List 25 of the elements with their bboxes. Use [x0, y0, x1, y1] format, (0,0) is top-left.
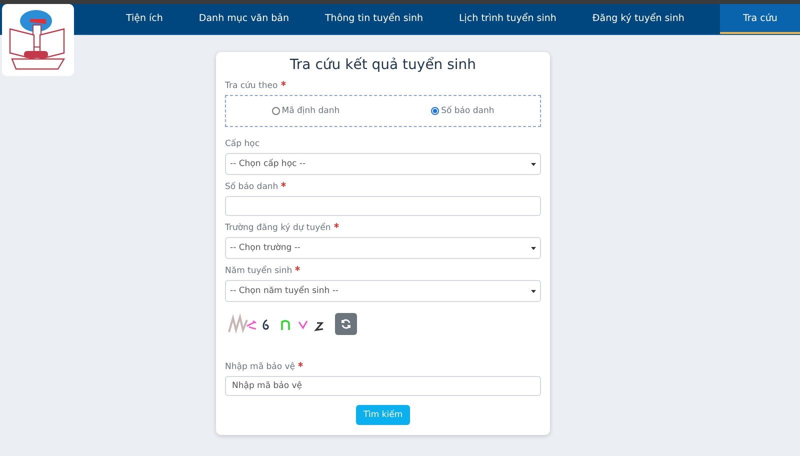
nav-tab[interactable]: Tra cứu — [720, 4, 800, 34]
nav-tab[interactable]: Thông tin tuyển sinh — [307, 4, 441, 34]
caret-icon — [531, 246, 536, 250]
select-field[interactable]: -- Chọn năm tuyển sinh -- — [225, 280, 541, 302]
select-field[interactable]: -- Chọn trường -- — [225, 237, 541, 259]
field-label: Trường đăng ký dự tuyển — [225, 223, 541, 233]
caret-icon — [531, 162, 536, 166]
refresh-button[interactable] — [335, 313, 357, 335]
radio-option[interactable]: Số báo danh — [431, 106, 494, 116]
radio-option[interactable]: Mã định danh — [272, 106, 340, 116]
field-label: Tra cứu theo — [225, 81, 541, 91]
field-label: Số báo danh — [225, 182, 541, 192]
field-label: Nhập mã bảo vệ — [225, 362, 541, 372]
select-field[interactable]: -- Chọn cấp học -- — [225, 153, 541, 175]
caret-icon — [531, 290, 536, 292]
input-field[interactable] — [225, 196, 541, 216]
field-label: Năm tuyển sinh — [225, 266, 541, 276]
field-label: Cấp học — [225, 139, 261, 149]
refresh-icon — [341, 319, 351, 329]
nav-tab[interactable]: Tiện ích — [108, 4, 181, 34]
nav-tab[interactable]: Lịch trình tuyển sinh — [441, 4, 574, 34]
nav-tab[interactable]: Danh mục văn bản — [180, 4, 307, 34]
nav-tab[interactable]: Đăng ký tuyển sinh — [574, 4, 702, 34]
input-field[interactable]: Nhập mã bảo vệ — [225, 376, 541, 396]
form-title: Tra cứu kết quả tuyển sinh — [288, 57, 478, 73]
